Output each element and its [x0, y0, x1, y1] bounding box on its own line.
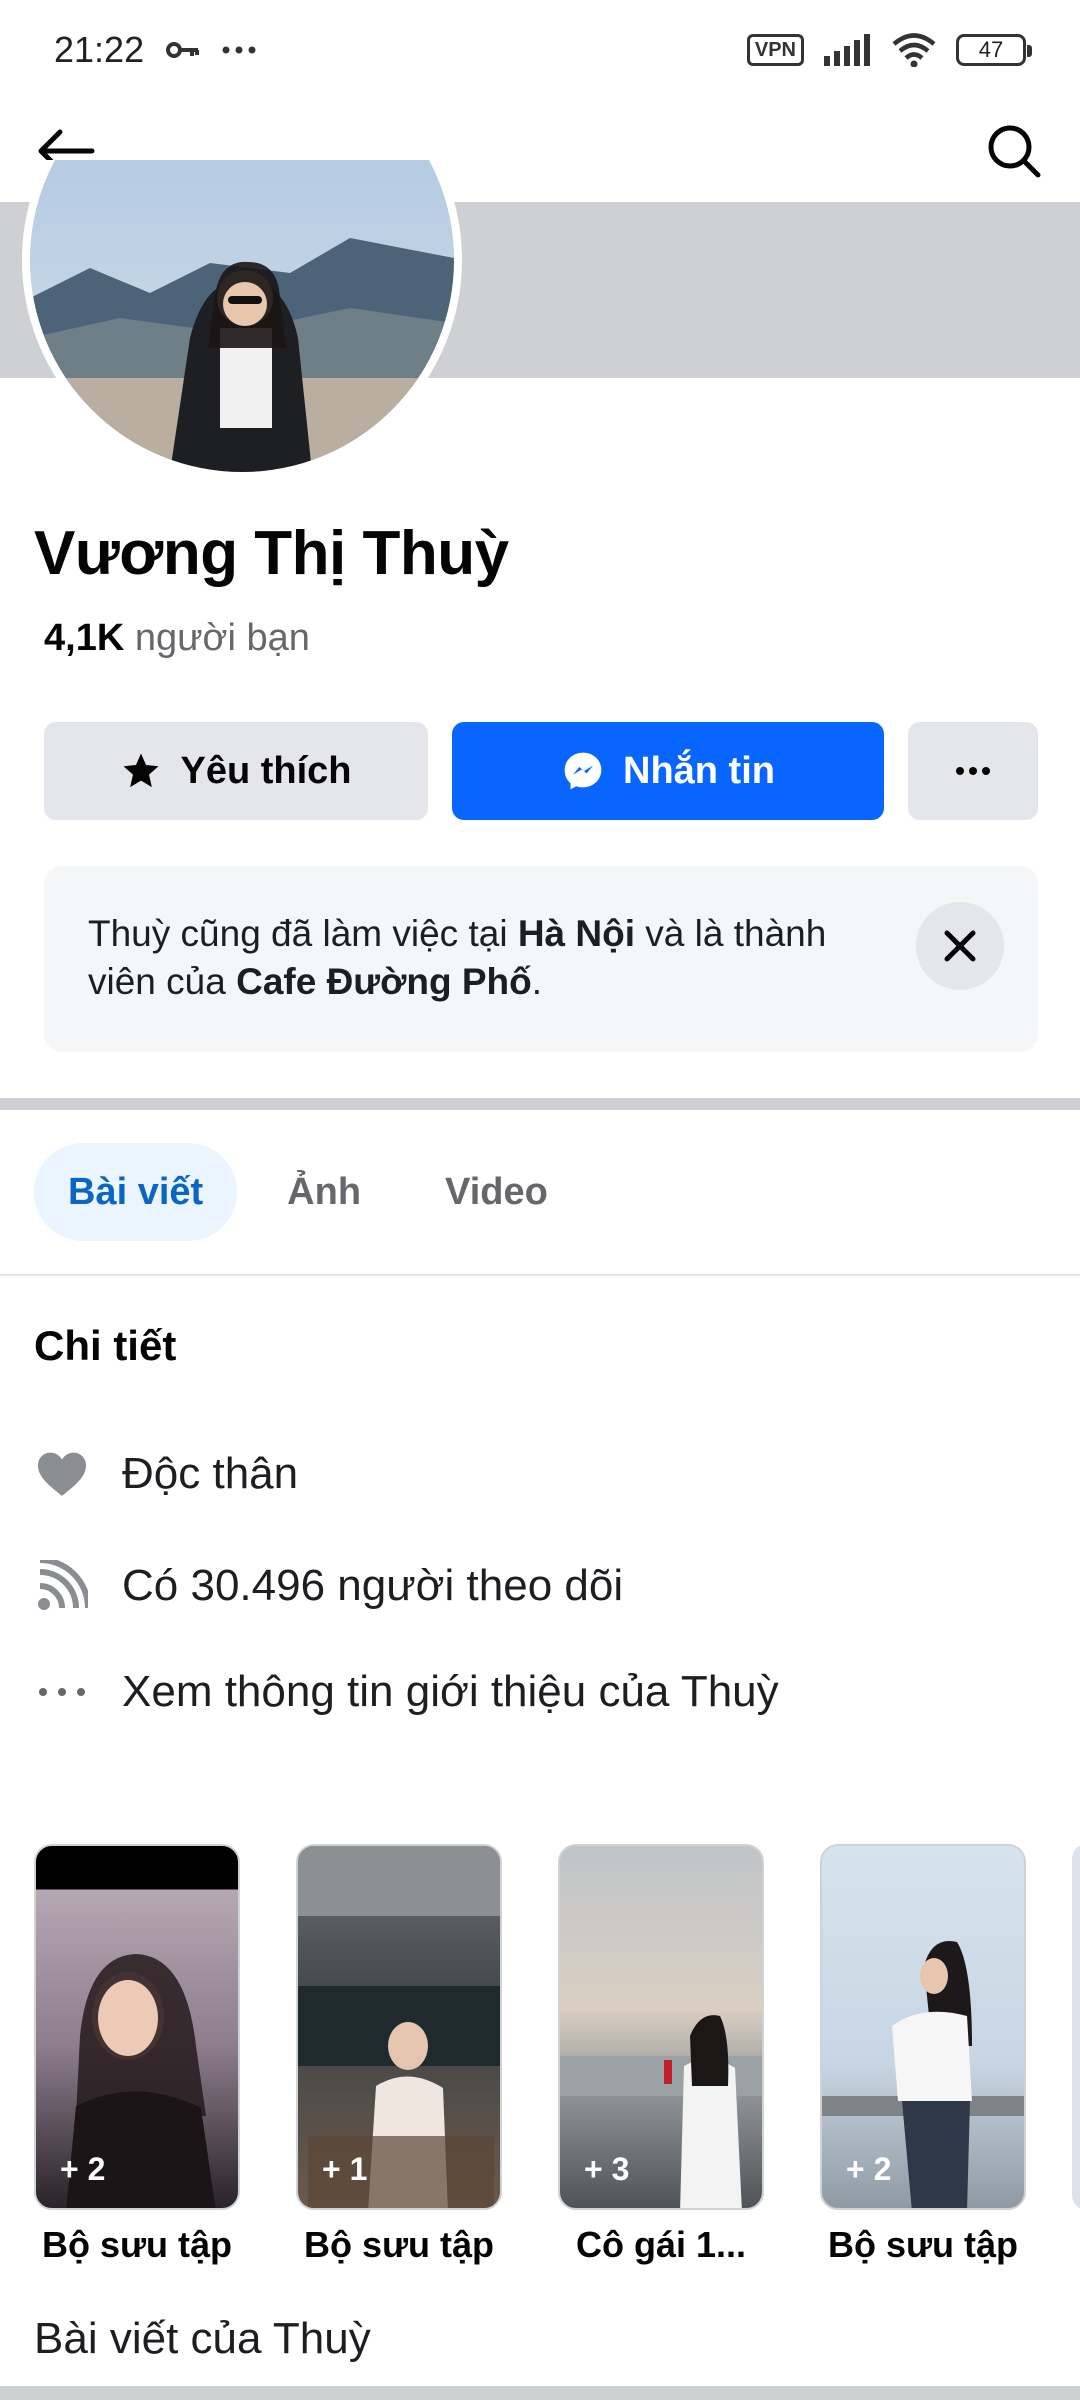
detail-relationship: Độc thân — [34, 1446, 298, 1502]
featured-item[interactable]: + 3 Cô gái 1... — [558, 1844, 764, 2266]
featured-collections: + 2 Bộ sưu tập + 1 Bộ sưu tập + 3 Cô gái… — [34, 1844, 1026, 2266]
key-icon — [166, 42, 200, 58]
profile-tabs: Bài viết Ảnh Video — [34, 1143, 582, 1241]
battery-icon: 47 — [956, 34, 1032, 66]
wifi-icon — [892, 33, 936, 67]
featured-item-peek — [1072, 1844, 1080, 2210]
signal-icon — [824, 34, 870, 66]
detail-see-about[interactable]: Xem thông tin giới thiệu của Thuỳ — [34, 1664, 779, 1720]
notice-text-1: Thuỳ cũng đã làm việc tại — [88, 913, 518, 954]
favorite-label: Yêu thích — [180, 749, 352, 792]
section-divider — [0, 1098, 1080, 1110]
featured-item[interactable]: + 1 Bộ sưu tập — [296, 1844, 502, 2266]
message-button[interactable]: Nhắn tin — [452, 722, 884, 820]
featured-item[interactable]: + 2 Bộ sưu tập — [820, 1844, 1026, 2266]
detail-relationship-text: Độc thân — [122, 1449, 299, 1498]
featured-item[interactable]: + 2 Bộ sưu tập — [34, 1844, 240, 2266]
tab-posts[interactable]: Bài viết — [34, 1143, 238, 1241]
featured-thumbnail: + 1 — [296, 1844, 502, 2210]
tab-photos[interactable]: Ảnh — [253, 1143, 395, 1241]
tabs-divider — [0, 1274, 1080, 1276]
featured-label: Bộ sưu tập — [41, 2224, 233, 2265]
featured-label: Bộ sưu tập — [827, 2224, 1019, 2265]
vpn-badge: VPN — [746, 34, 804, 66]
avatar-wrapper — [22, 160, 462, 486]
bottom-divider — [0, 2386, 1080, 2400]
more-dots-icon — [34, 1664, 90, 1720]
profile-actions: Yêu thích Nhắn tin — [44, 722, 1038, 820]
status-right: VPN 47 — [746, 33, 1032, 67]
search-icon — [988, 125, 1041, 178]
detail-see-about-text: Xem thông tin giới thiệu của Thuỳ — [122, 1667, 779, 1716]
more-dots-icon — [956, 767, 990, 775]
notice-group[interactable]: Cafe Đường Phố — [236, 961, 532, 1002]
featured-count: + 3 — [584, 2151, 630, 2187]
featured-label: Bộ sưu tập — [303, 2224, 495, 2265]
friend-count[interactable]: 4,1K người bạn — [44, 617, 310, 660]
featured-thumbnail: + 2 — [34, 1844, 240, 2210]
message-label: Nhắn tin — [623, 749, 775, 792]
details-title: Chi tiết — [34, 1322, 177, 1369]
featured-thumbnail: + 2 — [820, 1844, 1026, 2210]
favorite-button[interactable]: Yêu thích — [44, 722, 428, 820]
featured-label: Cô gái 1... — [575, 2224, 747, 2265]
avatar-photo — [30, 160, 454, 472]
close-icon — [944, 930, 976, 962]
messenger-icon — [564, 752, 602, 790]
featured-count: + 2 — [846, 2151, 892, 2187]
detail-followers[interactable]: Có 30.496 người theo dõi — [34, 1558, 623, 1614]
more-dots-icon — [222, 46, 256, 54]
battery-level: 47 — [978, 37, 1004, 62]
friend-count-value: 4,1K — [44, 617, 125, 659]
more-options-button[interactable] — [908, 722, 1038, 820]
notice-text-3: . — [531, 961, 543, 1002]
rss-icon — [34, 1558, 90, 1614]
heart-icon — [34, 1446, 90, 1502]
detail-followers-text: Có 30.496 người theo dõi — [122, 1561, 624, 1610]
status-left: 21:22 — [54, 29, 256, 71]
search-button[interactable] — [982, 119, 1046, 183]
profile-name: Vương Thị Thuỳ — [34, 519, 509, 588]
posts-section-title: Bài viết của Thuỳ — [34, 2314, 371, 2363]
tab-videos[interactable]: Video — [411, 1143, 582, 1241]
featured-count: + 1 — [322, 2151, 368, 2187]
featured-thumbnail: + 3 — [558, 1844, 764, 2210]
status-time: 21:22 — [54, 29, 145, 70]
star-icon — [123, 753, 159, 788]
profile-avatar[interactable] — [22, 160, 462, 480]
mutual-info-card: Thuỳ cũng đã làm việc tại Hà Nội và là t… — [44, 866, 1038, 1052]
featured-count: + 2 — [60, 2151, 106, 2187]
dismiss-card-button[interactable] — [916, 902, 1004, 990]
notice-place[interactable]: Hà Nội — [518, 913, 635, 954]
status-bar: 21:22 VPN 47 — [0, 0, 1080, 100]
friend-count-label: người bạn — [134, 617, 310, 659]
